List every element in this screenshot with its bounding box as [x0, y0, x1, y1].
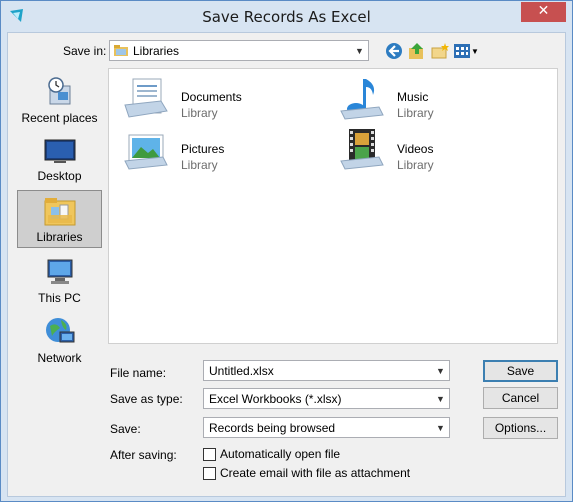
email-attachment-checkbox[interactable]: Create email with file as attachment — [203, 466, 410, 480]
place-label: Network — [37, 351, 82, 365]
library-name: Documents — [181, 90, 242, 104]
library-sub: Library — [181, 158, 218, 172]
view-dropdown-arrow-icon: ▼ — [471, 46, 479, 56]
window-title: Save Records As Excel — [202, 8, 371, 26]
place-this-pc[interactable]: This PC — [17, 252, 102, 310]
libraries-icon — [44, 198, 75, 226]
chevron-down-icon: ▼ — [355, 45, 364, 56]
this-pc-icon — [47, 259, 72, 284]
save-type-label: Save as type: — [110, 392, 183, 406]
cancel-button[interactable]: Cancel — [483, 387, 558, 409]
documents-library-icon — [124, 78, 168, 118]
save-scope-label: Save: — [110, 422, 141, 436]
place-label: Recent places — [21, 111, 98, 125]
places-bar: Recent places Desktop Libraries This PC … — [17, 68, 102, 365]
library-sub: Library — [397, 158, 434, 172]
file-list[interactable]: Documents Library Music Library Pictures… — [108, 68, 558, 344]
chevron-down-icon: ▼ — [436, 365, 445, 376]
network-icon — [45, 318, 74, 343]
save-in-value: Libraries — [133, 43, 180, 58]
chevron-down-icon: ▼ — [436, 393, 445, 404]
pictures-library-icon — [124, 134, 168, 170]
library-item-music[interactable]: Music Library — [339, 75, 539, 121]
library-name: Pictures — [181, 142, 225, 156]
after-saving-label: After saving: — [110, 448, 177, 462]
library-sub: Library — [181, 106, 218, 120]
auto-open-checkbox[interactable]: Automatically open file — [203, 447, 340, 461]
dialog-body: Save in: Libraries ▼ ▼ Recent places Des… — [7, 32, 566, 497]
save-type-dropdown[interactable]: Excel Workbooks (*.xlsx) ▼ — [203, 388, 450, 409]
library-item-documents[interactable]: Documents Library — [123, 75, 323, 121]
place-network[interactable]: Network — [17, 312, 102, 370]
save-in-label: Save in: — [63, 44, 107, 58]
view-menu-icon[interactable]: ▼ — [454, 41, 480, 61]
file-name-input[interactable]: Untitled.xlsx ▼ — [203, 360, 450, 381]
up-folder-icon[interactable] — [407, 41, 427, 61]
music-library-icon — [340, 79, 384, 120]
save-scope-dropdown[interactable]: Records being browsed ▼ — [203, 417, 450, 438]
checkbox-box[interactable] — [203, 466, 216, 480]
library-sub: Library — [397, 106, 434, 120]
place-recent-places[interactable]: Recent places — [17, 72, 102, 130]
libraries-folder-icon — [114, 45, 128, 56]
save-scope-value: Records being browsed — [209, 420, 336, 435]
file-name-value: Untitled.xlsx — [209, 363, 274, 378]
view-grid-icon — [454, 44, 470, 58]
library-item-videos[interactable]: Videos Library — [339, 127, 539, 173]
desktop-icon — [44, 139, 75, 163]
place-label: Libraries — [36, 230, 83, 244]
back-icon[interactable] — [384, 41, 404, 61]
options-button[interactable]: Options... — [483, 417, 558, 439]
library-name: Videos — [397, 142, 434, 156]
videos-library-icon — [340, 129, 384, 170]
checkbox-label: Create email with file as attachment — [220, 466, 411, 480]
checkbox-label: Automatically open file — [220, 447, 341, 461]
save-button[interactable]: Save — [483, 360, 558, 382]
recent-places-icon — [47, 77, 70, 105]
library-item-pictures[interactable]: Pictures Library — [123, 127, 323, 173]
save-dialog: Save Records As Excel ✕ Save in: Librari… — [0, 0, 573, 502]
place-label: This PC — [38, 291, 81, 305]
save-type-value: Excel Workbooks (*.xlsx) — [209, 391, 342, 406]
place-desktop[interactable]: Desktop — [17, 132, 102, 190]
titlebar[interactable]: Save Records As Excel ✕ — [1, 1, 572, 32]
library-name: Music — [397, 90, 429, 104]
chevron-down-icon: ▼ — [436, 422, 445, 433]
save-in-dropdown[interactable]: Libraries ▼ — [109, 40, 369, 61]
place-label: Desktop — [37, 169, 82, 183]
checkbox-box[interactable] — [203, 447, 216, 461]
file-name-label: File name: — [110, 366, 167, 380]
place-libraries[interactable]: Libraries — [17, 190, 102, 248]
new-folder-icon[interactable] — [430, 41, 450, 61]
close-button[interactable]: ✕ — [521, 2, 566, 22]
